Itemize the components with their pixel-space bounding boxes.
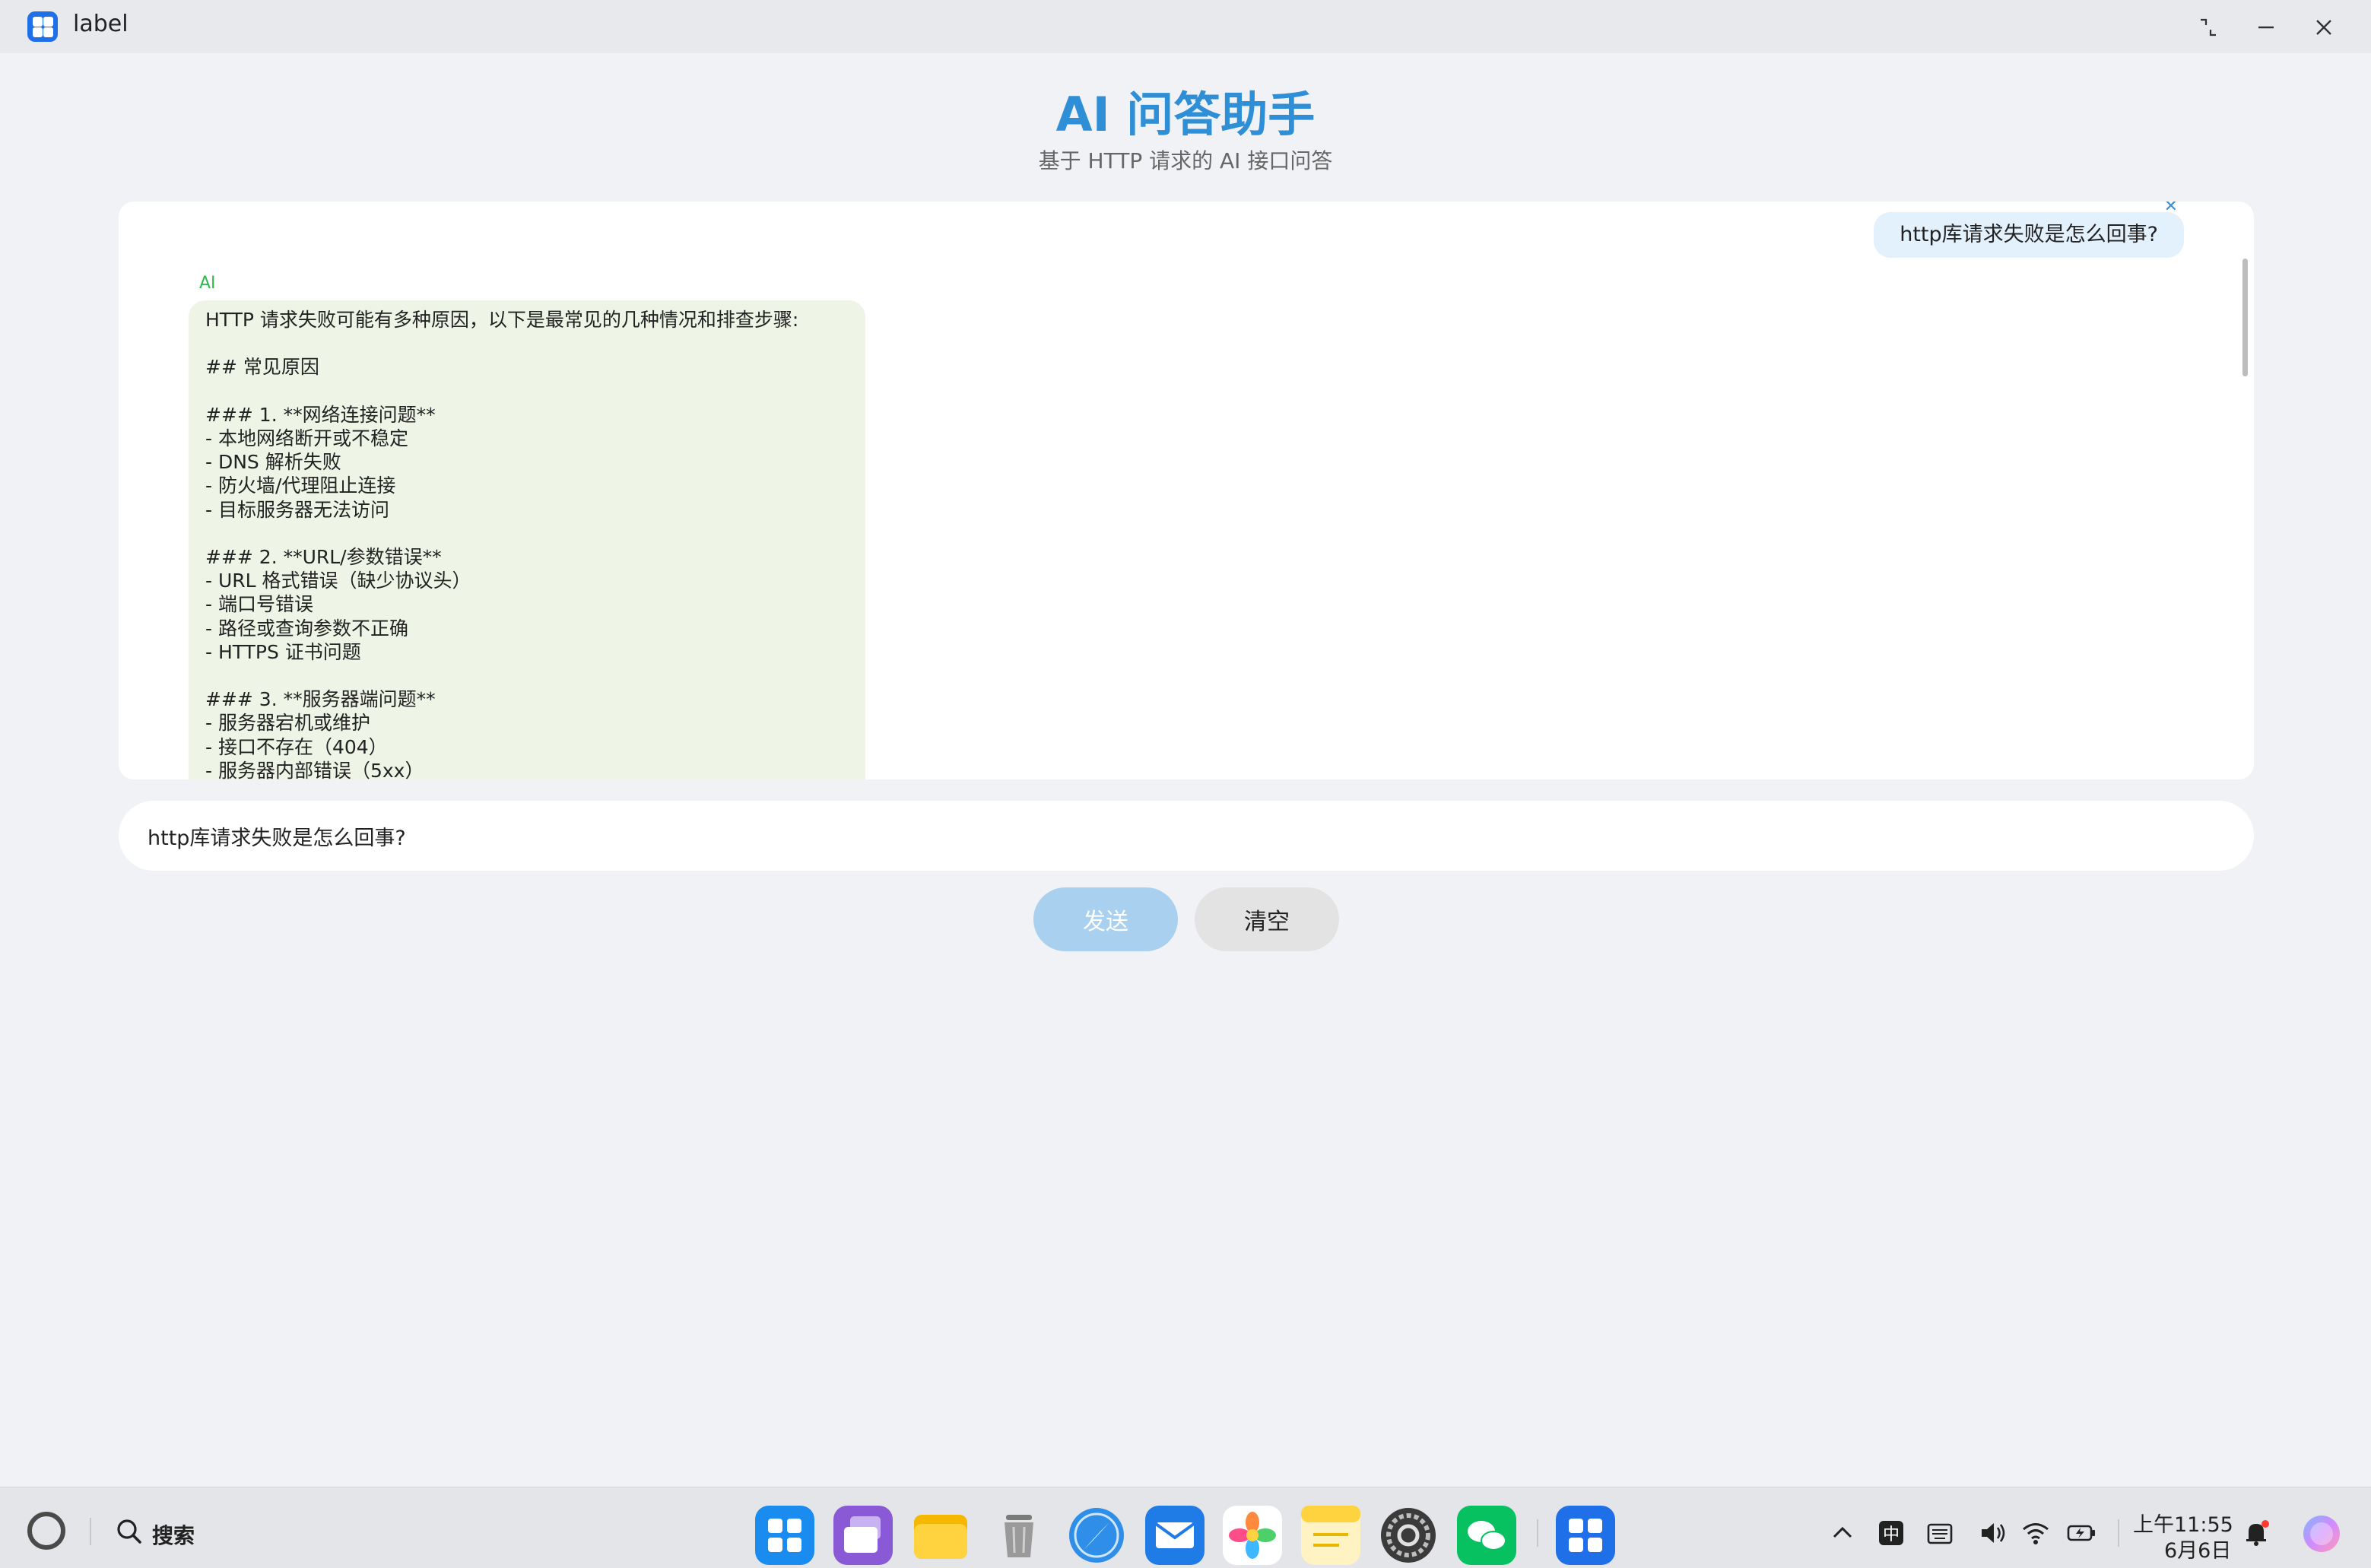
chat-panel[interactable]: ✕ http库请求失败是怎么回事? AI HTTP 请求失败可能有多种原因，以下…	[119, 202, 2254, 779]
assistant-orb-icon	[2303, 1516, 2340, 1552]
notification-button[interactable]	[2240, 1517, 2272, 1549]
ai-sender-label: AI	[199, 274, 216, 293]
search-label: 搜索	[152, 1523, 195, 1548]
tray-expand-button[interactable]	[1827, 1517, 1858, 1549]
ime-indicator[interactable]: 中	[1875, 1517, 1907, 1549]
send-button[interactable]: 发送	[1033, 887, 1178, 951]
dock-photos-icon[interactable]	[1223, 1506, 1282, 1565]
app-icon	[27, 11, 58, 42]
keyboard-icon	[1927, 1523, 1953, 1544]
dock-divider	[1537, 1519, 1538, 1547]
keyboard-button[interactable]	[1924, 1517, 1956, 1549]
chevron-up-icon	[1833, 1526, 1852, 1538]
user-message-bubble: http库请求失败是怎么回事?	[1874, 212, 2184, 258]
battery-icon	[2067, 1525, 2095, 1541]
tray-divider	[2118, 1519, 2119, 1547]
minimize-button[interactable]	[2251, 12, 2281, 43]
wifi-icon	[2023, 1523, 2049, 1544]
dock-label-app-icon[interactable]	[1556, 1506, 1615, 1565]
dock-launcher-icon[interactable]	[755, 1506, 814, 1565]
taskbar-divider	[90, 1518, 91, 1545]
dock-files-icon[interactable]	[911, 1506, 970, 1565]
bell-icon	[2246, 1520, 2269, 1546]
ai-message-text: HTTP 请求失败可能有多种原因，以下是最常见的几种情况和排查步骤: ## 常见…	[205, 309, 799, 779]
minimize-icon	[2258, 26, 2274, 29]
dock-settings-icon[interactable]	[1379, 1506, 1438, 1565]
close-icon	[2316, 20, 2331, 35]
dock-multitask-icon[interactable]	[833, 1506, 893, 1565]
dock-mail-icon[interactable]	[1145, 1506, 1205, 1565]
window-title: label	[73, 11, 129, 37]
dock-notes-icon[interactable]	[1301, 1506, 1360, 1565]
assistant-button[interactable]	[2301, 1513, 2342, 1554]
question-input[interactable]	[119, 801, 2254, 871]
clear-button[interactable]: 清空	[1195, 887, 1339, 951]
ime-icon: 中	[1879, 1521, 1903, 1545]
dock-browser-icon[interactable]	[1067, 1506, 1126, 1565]
chat-scrollbar[interactable]	[2242, 259, 2248, 376]
volume-icon	[1982, 1523, 2005, 1543]
volume-button[interactable]	[1977, 1517, 2009, 1549]
dock-trash-icon[interactable]	[989, 1506, 1049, 1565]
close-button[interactable]	[2309, 12, 2339, 43]
page-title: AI 问答助手	[1055, 87, 1316, 142]
ai-message-bubble: HTTP 请求失败可能有多种原因，以下是最常见的几种情况和排查步骤: ## 常见…	[189, 300, 865, 779]
battery-button[interactable]	[2065, 1517, 2097, 1549]
restore-button[interactable]	[2193, 12, 2223, 43]
wifi-button[interactable]	[2020, 1517, 2052, 1549]
clock-date[interactable]: 6月6日	[2164, 1534, 2231, 1563]
dock-wechat-icon[interactable]	[1457, 1506, 1516, 1565]
page-subtitle: 基于 HTTP 请求的 AI 接口问答	[1038, 148, 1333, 173]
title-bar: label	[0, 0, 2371, 53]
start-button[interactable]	[27, 1512, 65, 1550]
restore-icon	[2201, 18, 2216, 37]
search-icon	[117, 1519, 141, 1544]
ime-label: 中	[1883, 1525, 1900, 1544]
